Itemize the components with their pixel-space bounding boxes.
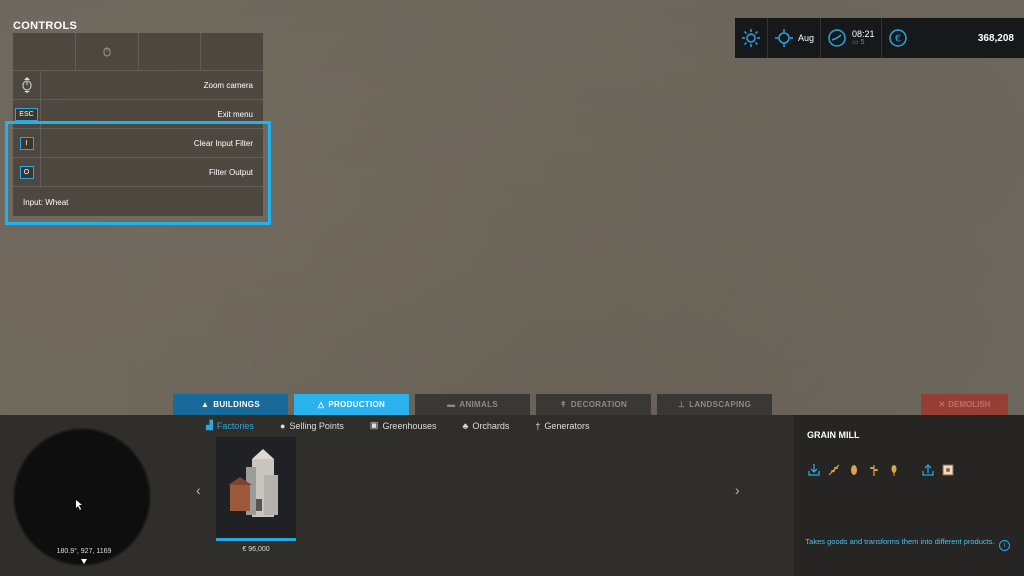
controls-title: CONTROLS [13, 20, 78, 32]
mouse-icon [103, 47, 111, 56]
clock-icon [828, 29, 846, 47]
minimap[interactable]: 180.9°, 927, 1169 [13, 428, 151, 566]
demolish-button[interactable]: ✕ DEMOLISH [921, 394, 1008, 415]
tab-production[interactable]: △ PRODUCTION [294, 394, 409, 415]
house-icon: ▲ [201, 400, 210, 409]
subtab-selling-points[interactable]: ● Selling Points [280, 420, 344, 431]
scroll-right-arrow[interactable]: › [735, 482, 740, 498]
tab-landscaping[interactable]: ⊥ LANDSCAPING [657, 394, 772, 415]
subtab-greenhouses[interactable]: ▣ Greenhouses [370, 420, 437, 431]
category-tabs: ▲ BUILDINGS △ PRODUCTION ▬ ANIMALS ↟ DECORAT… [173, 394, 772, 415]
north-indicator-icon [81, 559, 87, 564]
control-label: Exit menu [217, 109, 253, 119]
mouse-wheel-icon [22, 77, 31, 93]
esc-key: ESC [15, 107, 38, 121]
output-icon [922, 464, 934, 476]
grain-mill-item-card[interactable] [216, 437, 296, 541]
shovel-icon: ⊥ [677, 400, 686, 409]
production-chain-icons [807, 463, 955, 477]
season-display[interactable]: Aug [768, 18, 822, 58]
minimap-coordinates: 180.9°, 927, 1169 [56, 548, 112, 555]
euro-icon: € [888, 29, 907, 47]
subtab-orchards[interactable]: ♣ Orchards [462, 420, 509, 431]
speed-icon: ▭ [852, 39, 859, 46]
time-label: 08:21 [852, 29, 875, 39]
item-title: GRAIN MILL [807, 430, 860, 440]
subcategory-tabs: ▟ Factories ● Selling Points ▣ Greenhouses … [206, 420, 589, 431]
item-description: Takes goods and transforms them into dif… [805, 537, 995, 546]
hud-bar: Aug 08:21 ▭ 5 € 368,208 [735, 18, 1024, 58]
cursor-icon [76, 500, 82, 510]
sorghum-icon [891, 465, 897, 476]
grain-mill-thumbnail [228, 449, 278, 517]
euro-icon: ● [279, 420, 286, 431]
lamp-icon: ↟ [559, 400, 567, 409]
filter-highlight-frame [5, 121, 271, 225]
cow-icon: ▬ [447, 400, 456, 409]
item-info-panel: GRAIN MILL Takes goods and transforms th… [794, 415, 1024, 576]
control-zoom-camera[interactable]: Zoom camera [13, 70, 263, 100]
greenhouse-icon: ▣ [369, 420, 379, 430]
factory-icon: △ [317, 400, 325, 409]
subtab-factories[interactable]: ▟ Factories [206, 420, 254, 431]
tab-buildings[interactable]: ▲ BUILDINGS [173, 394, 288, 415]
item-price: € 96,000 [242, 546, 270, 553]
oat-icon [870, 465, 878, 476]
speed-label: 5 [860, 39, 865, 46]
month-label: Aug [798, 33, 815, 43]
close-icon: ✕ [938, 400, 946, 409]
tab-decoration[interactable]: ↟ DECORATION [536, 394, 651, 415]
wheat-icon [828, 464, 840, 476]
wind-turbine-icon: † [535, 420, 541, 431]
time-display[interactable]: 08:21 ▭ 5 [821, 18, 882, 58]
scroll-left-arrow[interactable]: ‹ [196, 482, 201, 498]
info-icon[interactable]: i [999, 540, 1010, 551]
money-label: 368,208 [977, 32, 1014, 44]
svg-text:€: € [894, 34, 900, 45]
sun-icon [742, 29, 760, 47]
input-icon [808, 464, 820, 476]
subtab-generators[interactable]: † Generators [535, 420, 589, 431]
flour-icon [942, 464, 954, 476]
tree-icon: ♣ [462, 420, 469, 431]
tab-animals[interactable]: ▬ ANIMALS [415, 394, 530, 415]
barley-icon [851, 465, 857, 475]
control-label: Zoom camera [203, 80, 253, 90]
gear-sun-icon [775, 29, 793, 47]
factory-icon: ▟ [206, 420, 213, 430]
controls-top-row [13, 33, 263, 70]
